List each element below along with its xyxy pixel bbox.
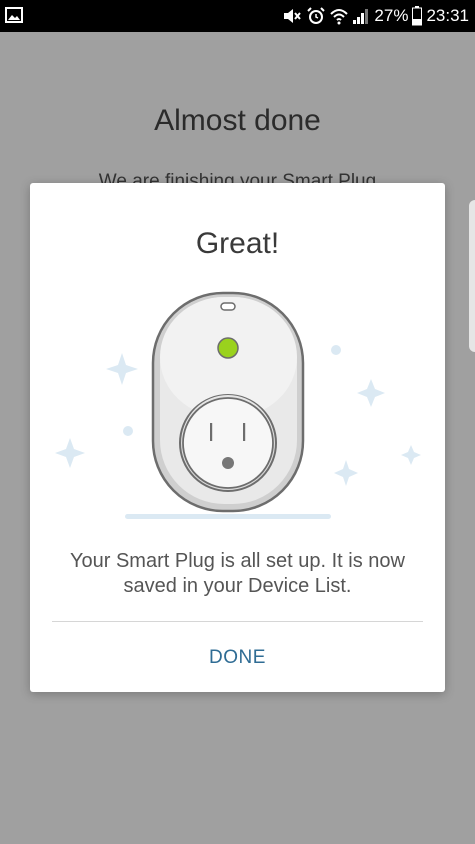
- battery-percent: 27%: [374, 6, 409, 25]
- done-button[interactable]: DONE: [52, 633, 423, 683]
- page-title: Almost done: [154, 104, 321, 137]
- signal-icon: [352, 7, 370, 25]
- gallery-notification-icon: [5, 7, 23, 28]
- wifi-icon: [330, 6, 349, 26]
- clock: 23:31: [426, 6, 469, 25]
- smart-plug-illustration: [30, 283, 445, 533]
- scroll-indicator: [469, 200, 475, 352]
- status-bar: 27% 23:31: [0, 0, 475, 32]
- dialog-message: Your Smart Plug is all set up. It is now…: [70, 550, 405, 597]
- dialog-title: Great!: [195, 227, 280, 260]
- mute-icon: [282, 7, 302, 25]
- setup-complete-dialog: Great! Your Smart Plug is all set up. It…: [30, 183, 445, 692]
- alarm-icon: [306, 6, 326, 26]
- dialog-divider: [52, 621, 423, 622]
- battery-icon: [412, 6, 423, 26]
